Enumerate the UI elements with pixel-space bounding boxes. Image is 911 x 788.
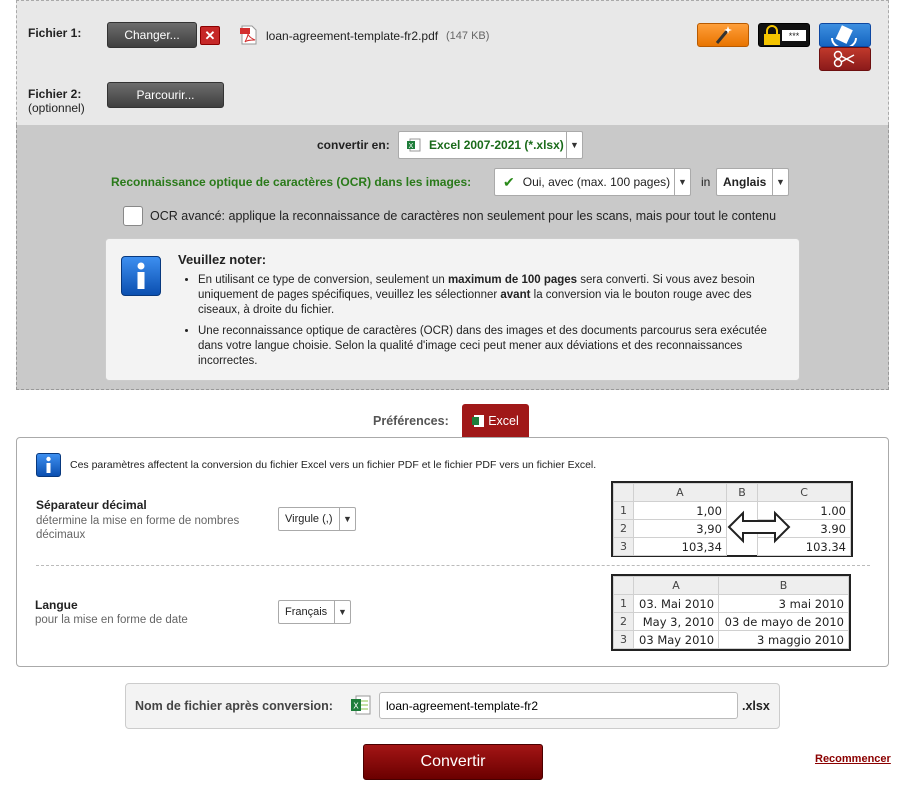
decimal-separator-select[interactable]: Virgule (,) ▼ [278, 507, 356, 531]
tab-excel[interactable]: Excel [462, 404, 529, 437]
decimal-separator-value: Virgule (,) [285, 513, 333, 525]
note-list: En utilisant ce type de conversion, seul… [180, 273, 780, 375]
ocr-select[interactable]: ✔ Oui, avec (max. 100 pages) ▼ [494, 168, 691, 196]
note-item: En utilisant ce type de conversion, seul… [198, 273, 780, 318]
preferences-info: Ces paramètres affectent la conversion d… [70, 459, 597, 471]
date-example-table: AB 1 03. Mai 2010 3 mai 2010 2 May 3, 2010 0… [611, 574, 851, 651]
ocr-value: Oui, avec (max. 100 pages) [522, 175, 671, 189]
divider [36, 565, 870, 566]
pdf-file-icon [240, 25, 258, 45]
info-icon [36, 453, 61, 477]
checkmark-icon: ✔ [503, 173, 515, 190]
row-header: 3 [613, 537, 634, 556]
double-arrow-icon [727, 510, 791, 547]
file2-label: Fichier 2: [28, 87, 82, 101]
cell: 1,00 [633, 501, 727, 520]
file1-label: Fichier 1: [28, 26, 82, 40]
ocr-label: Reconnaissance optique de caractères (OC… [111, 175, 472, 189]
note-item: Une reconnaissance optique de caractères… [198, 324, 780, 369]
chevron-down-icon: ▼ [339, 508, 355, 530]
cell: May 3, 2010 [632, 612, 720, 631]
magic-wand-button[interactable] [697, 23, 749, 47]
convert-to-label: convertir en: [317, 138, 390, 152]
decimal-separator-desc: détermine la mise en forme de nombres dé… [36, 515, 240, 541]
cell: 03 May 2010 [632, 630, 720, 649]
magic-wand-icon [715, 26, 732, 44]
convert-button[interactable]: Convertir [363, 744, 543, 780]
chevron-down-icon: ▼ [334, 601, 350, 623]
column-header: A [633, 483, 727, 502]
in-label: in [701, 175, 711, 189]
convert-format-select[interactable]: X Excel 2007-2021 (*.xlsx) ▼ [398, 131, 583, 159]
change-file-button[interactable]: Changer... [107, 22, 197, 48]
file-name: loan-agreement-template-fr2.pdf [266, 29, 439, 43]
row-header: 2 [613, 519, 634, 538]
file-size: (147 KB) [446, 30, 490, 42]
ocr-advanced-label: OCR avancé: applique la reconnaissance d… [150, 209, 777, 223]
tab-excel-label: Excel [488, 413, 519, 428]
corner-cell [613, 576, 634, 595]
row-header: 3 [613, 630, 634, 649]
browse-file-button[interactable]: Parcourir... [107, 82, 224, 108]
cell: 3 maggio 2010 [718, 630, 849, 649]
rotate-icon [831, 25, 857, 49]
column-header: C [757, 483, 851, 502]
remove-file-icon[interactable]: ✕ [200, 26, 220, 45]
ocr-advanced-checkbox[interactable] [123, 206, 143, 226]
date-language-select[interactable]: Français ▼ [278, 600, 351, 624]
rotate-button[interactable] [819, 23, 871, 49]
lock-icon: *** [764, 25, 806, 45]
cell: 03. Mai 2010 [632, 594, 720, 613]
decimal-separator-title: Séparateur décimal [36, 498, 147, 512]
scissors-icon [833, 50, 855, 68]
output-filename-label: Nom de fichier après conversion: [135, 699, 333, 713]
date-language-value: Français [285, 606, 328, 618]
row-header: 2 [613, 612, 634, 631]
cell: 3,90 [633, 519, 727, 538]
svg-text:X: X [353, 702, 359, 711]
note-title: Veuillez noter: [178, 252, 267, 267]
preferences-label: Préférences: [373, 414, 449, 428]
file2-sub: (optionnel) [28, 101, 85, 115]
ocr-language-select[interactable]: Anglais ▼ [716, 168, 789, 196]
output-filename-input[interactable] [379, 692, 738, 719]
column-header: B [725, 483, 759, 502]
cell: 3 mai 2010 [718, 594, 849, 613]
chevron-down-icon: ▼ [772, 169, 788, 195]
convert-format-value: Excel 2007-2021 (*.xlsx) [429, 138, 564, 152]
svg-text:***: *** [789, 31, 800, 41]
info-icon [121, 256, 161, 296]
excel-file-icon: X [351, 695, 371, 715]
column-header: A [632, 576, 720, 595]
language-title: Langue [35, 598, 78, 612]
split-button[interactable] [819, 47, 871, 71]
chevron-down-icon: ▼ [566, 132, 582, 158]
excel-file-icon: X [407, 138, 421, 152]
corner-cell [613, 483, 634, 502]
reset-link[interactable]: Recommencer [815, 753, 891, 765]
output-extension: .xlsx [742, 699, 770, 713]
row-header: 1 [613, 594, 634, 613]
decimal-example-table: ABC 1 1,00 1.00 2 3,90 3.90 3 103,34 103.34 [611, 481, 853, 557]
chevron-down-icon: ▼ [674, 169, 690, 195]
row-header: 1 [613, 501, 634, 520]
note-box: Veuillez noter: En utilisant ce type de … [105, 238, 800, 381]
language-desc: pour la mise en forme de date [35, 614, 188, 626]
svg-text:X: X [409, 143, 414, 150]
excel-file-icon [472, 414, 485, 427]
cell: 03 de mayo de 2010 [718, 612, 849, 631]
ocr-language-value: Anglais [723, 175, 767, 189]
cell: 103,34 [633, 537, 727, 556]
password-button[interactable]: *** [758, 23, 810, 47]
column-header: B [718, 576, 849, 595]
